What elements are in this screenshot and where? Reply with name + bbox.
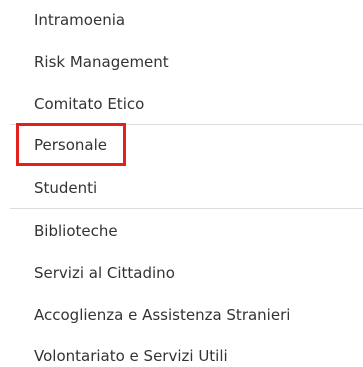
menu-item-volontariato[interactable]: Volontariato e Servizi Utili bbox=[34, 346, 228, 366]
menu-item-risk-management[interactable]: Risk Management bbox=[34, 52, 169, 72]
menu-divider bbox=[10, 124, 363, 125]
navigation-menu: Intramoenia Risk Management Comitato Eti… bbox=[0, 0, 363, 367]
menu-item-studenti[interactable]: Studenti bbox=[34, 178, 97, 198]
menu-item-intramoenia[interactable]: Intramoenia bbox=[34, 10, 125, 30]
menu-item-accoglienza-stranieri[interactable]: Accoglienza e Assistenza Stranieri bbox=[34, 305, 290, 325]
menu-item-biblioteche[interactable]: Biblioteche bbox=[34, 221, 118, 241]
menu-divider bbox=[10, 208, 363, 209]
menu-item-servizi-al-cittadino[interactable]: Servizi al Cittadino bbox=[34, 263, 175, 283]
menu-item-comitato-etico[interactable]: Comitato Etico bbox=[34, 94, 144, 114]
menu-item-personale[interactable]: Personale bbox=[34, 135, 107, 155]
